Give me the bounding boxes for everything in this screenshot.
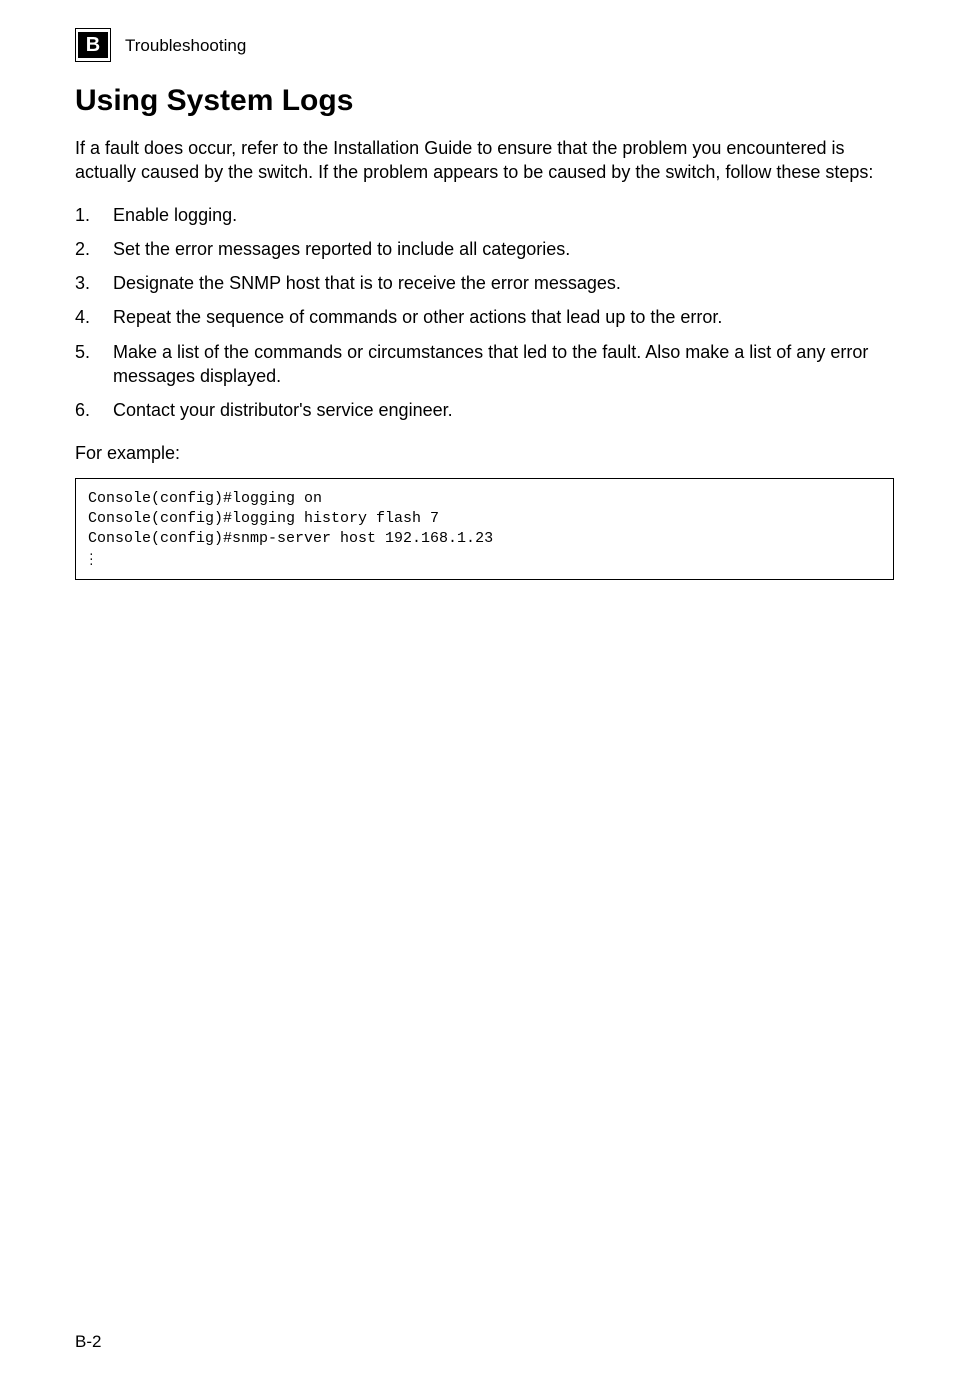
intro-paragraph: If a fault does occur, refer to the Inst… [75,136,894,185]
appendix-badge: B [75,28,111,62]
page-number: B-2 [75,1332,101,1352]
code-example: Console(config)#logging on Console(confi… [75,478,894,580]
page-header: B Troubleshooting [75,28,894,62]
code-line: Console(config)#logging history flash 7 [88,510,439,527]
code-line: Console(config)#logging on [88,490,322,507]
vertical-ellipsis-icon: . . . [88,551,95,566]
appendix-letter: B [86,34,100,56]
code-line: Console(config)#snmp-server host 192.168… [88,530,493,547]
page-title: Using System Logs [75,84,894,118]
appendix-letter-icon: B [78,32,108,58]
breadcrumb: Troubleshooting [125,37,246,54]
list-item: Set the error messages reported to inclu… [75,237,894,261]
list-item: Make a list of the commands or circumsta… [75,340,894,389]
list-item: Designate the SNMP host that is to recei… [75,271,894,295]
example-label: For example: [75,443,894,464]
list-item: Repeat the sequence of commands or other… [75,305,894,329]
steps-list: Enable logging. Set the error messages r… [75,203,894,423]
list-item: Contact your distributor's service engin… [75,398,894,422]
list-item: Enable logging. [75,203,894,227]
